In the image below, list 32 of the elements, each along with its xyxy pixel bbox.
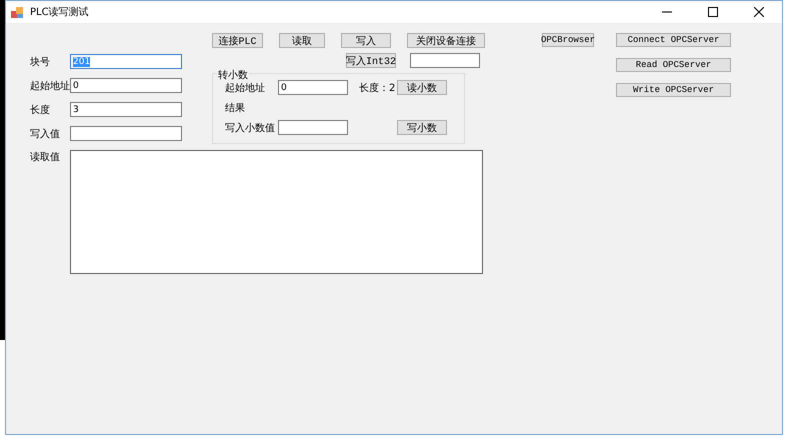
field-label: 写入值 xyxy=(30,128,61,140)
result-label: 结果 xyxy=(225,102,246,114)
opc-server-button[interactable]: Write OPCServer xyxy=(616,83,731,97)
app-icon xyxy=(11,6,24,18)
close-icon[interactable] xyxy=(754,7,764,17)
input-field[interactable] xyxy=(70,126,182,141)
field-label: 起始地址 xyxy=(30,80,70,92)
field-label: 读取值 xyxy=(30,150,61,164)
opc-browser-button[interactable]: OPCBrowser xyxy=(542,33,594,47)
input-field[interactable] xyxy=(410,53,480,68)
window-title: PLC读写测试 xyxy=(30,6,89,19)
input-field[interactable]: 0 xyxy=(278,80,348,95)
input-field[interactable] xyxy=(278,120,348,135)
input-field[interactable]: 0 xyxy=(70,78,182,93)
read-value-textarea[interactable] xyxy=(70,150,483,274)
field-label: 写入小数值 xyxy=(225,122,276,134)
opc-server-button[interactable]: Connect OPCServer xyxy=(616,33,731,47)
write-int32-button[interactable]: 写入Int32 xyxy=(346,53,396,68)
field-label: 长度 xyxy=(30,104,51,116)
toolbar-button[interactable]: 写入 xyxy=(341,33,391,48)
write-decimal-button[interactable]: 写小数 xyxy=(397,120,447,135)
field-label: 起始地址 xyxy=(225,82,266,94)
input-field[interactable]: 3 xyxy=(70,102,182,117)
field-label: 块号 xyxy=(30,56,51,68)
toolbar-button[interactable]: 关闭设备连接 xyxy=(407,33,485,48)
opc-server-button[interactable]: Read OPCServer xyxy=(616,58,731,72)
maximize-icon[interactable] xyxy=(708,7,718,17)
toolbar-button[interactable]: 读取 xyxy=(279,33,325,48)
length-label: 长度：2 xyxy=(359,82,396,94)
group-title: 转小数 xyxy=(217,68,249,82)
read-decimal-button[interactable]: 读小数 xyxy=(397,80,447,95)
toolbar-button[interactable]: 连接PLC xyxy=(212,33,263,48)
